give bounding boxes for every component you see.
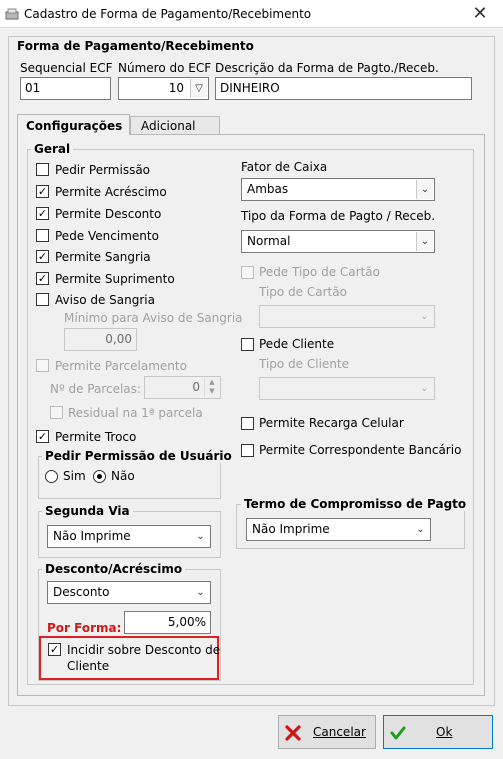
nao-radio[interactable] [93,470,106,483]
sim-radio[interactable] [45,470,58,483]
desc-input[interactable]: DINHEIRO [215,77,472,100]
incidir-checkbox[interactable]: ✓ [48,643,61,656]
fator-caixa-select[interactable]: Ambas ⌄ [241,178,435,201]
incidir-label-line2: Cliente [67,659,110,673]
pede-cliente-label: Pede Cliente [259,337,335,351]
permite-acrescimo-checkbox[interactable]: ✓ [36,185,49,198]
tab-configuracoes-label: Configurações [26,119,123,133]
tipo-cliente-select[interactable]: ⌄ [259,377,435,400]
seq-ecf-input[interactable]: 01 [20,77,111,100]
permite-acrescimo-label: Permite Acréscimo [55,185,167,199]
num-ecf-input[interactable]: 10 ▽ [118,77,209,100]
tipo-cartao-select[interactable]: ⌄ [259,305,435,328]
tab-configuracoes[interactable]: Configurações [17,114,130,135]
parcelas-spinner[interactable]: 0 ▲ ▼ [144,376,221,399]
permite-suprimento-checkbox[interactable]: ✓ [36,272,49,285]
permite-sangria-checkbox[interactable]: ✓ [36,250,49,263]
permite-parcelamento-checkbox[interactable] [36,359,49,372]
tab-adicional-label: Adicional [141,119,196,133]
title-bar: Cadastro de Forma de Pagamento/Recebimen… [0,0,503,28]
fator-caixa-value: Ambas [247,182,289,196]
sim-label: Sim [63,469,86,483]
fator-caixa-label: Fator de Caixa [241,160,328,174]
aviso-sangria-checkbox[interactable] [36,293,49,306]
chevron-down-icon[interactable]: ⌄ [192,583,209,602]
cancel-icon [285,725,301,741]
nao-label: Não [111,469,135,483]
min-aviso-label: Mínimo para Aviso de Sangria [64,311,243,325]
chevron-down-icon[interactable]: ⌄ [192,527,209,546]
permite-desconto-checkbox[interactable]: ✓ [36,207,49,220]
window-title: Cadastro de Forma de Pagamento/Recebimen… [24,7,312,21]
desconto-title: Desconto/Acréscimo [42,562,186,576]
segunda-via-value: Não Imprime [53,529,131,543]
section-title: Forma de Pagamento/Recebimento [17,39,254,53]
recarga-checkbox[interactable] [241,417,254,430]
chevron-down-icon[interactable]: ⌄ [416,232,433,251]
aviso-sangria-label: Aviso de Sangria [55,293,155,307]
pede-cliente-checkbox[interactable] [241,338,254,351]
cancel-label: Cancelar [313,725,366,739]
geral-title: Geral [31,142,74,156]
num-ecf-value: 10 [168,81,184,95]
spinner-arrows-icon[interactable]: ▲ ▼ [204,378,219,397]
pedir-permissao-label: Pedir Permissão [55,163,151,177]
seq-ecf-label: Sequencial ECF [20,61,113,75]
termo-title: Termo de Compromisso de Pagto [241,497,470,511]
tipo-forma-value: Normal [247,234,291,248]
chevron-down-icon[interactable]: ▽ [190,79,207,98]
permite-troco-label: Permite Troco [55,430,137,444]
chevron-down-icon[interactable]: ⌄ [416,180,433,199]
pede-cartao-label: Pede Tipo de Cartão [259,265,380,279]
min-aviso-input[interactable]: 0,00 [64,328,137,351]
parcelas-label: Nº de Parcelas: [50,382,141,396]
pede-cartao-checkbox[interactable] [241,266,254,279]
permite-desconto-label: Permite Desconto [55,207,162,221]
incidir-label-line1: Incidir sobre Desconto de [67,643,221,657]
parcelas-value: 0 [192,380,200,394]
permite-parcelamento-label: Permite Parcelamento [55,359,187,373]
permite-sangria-label: Permite Sangria [55,250,151,264]
por-forma-input[interactable]: 5,00% [124,611,211,634]
chevron-down-icon[interactable]: ⌄ [412,520,429,539]
app-icon [5,8,19,20]
tipo-forma-select[interactable]: Normal ⌄ [241,230,435,253]
tipo-cliente-label: Tipo de Cliente [259,357,350,371]
desconto-value: Desconto [53,585,110,599]
ok-label: Ok [436,725,453,739]
close-button[interactable]: ✕ [457,0,503,28]
chevron-down-icon[interactable]: ⌄ [416,307,433,326]
termo-select[interactable]: Não Imprime ⌄ [246,518,431,541]
pede-vencimento-label: Pede Vencimento [55,229,159,243]
correspondente-label: Permite Correspondente Bancário [259,443,462,457]
desc-label: Descrição da Forma de Pagto./Receb. [215,61,439,75]
desconto-select[interactable]: Desconto ⌄ [47,581,211,604]
cancel-button[interactable]: Cancelar [278,715,376,749]
tab-adicional[interactable]: Adicional [130,116,220,134]
num-ecf-label: Número do ECF [118,61,212,75]
segunda-via-select[interactable]: Não Imprime ⌄ [47,525,211,548]
recarga-label: Permite Recarga Celular [259,416,404,430]
residual-checkbox[interactable] [50,406,63,419]
segunda-via-title: Segunda Via [42,504,133,518]
por-forma-label: Por Forma: [47,621,122,635]
tipo-forma-label: Tipo da Forma de Pagto / Receb. [241,209,436,223]
ok-button[interactable]: Ok [383,715,493,749]
termo-value: Não Imprime [252,522,330,536]
tipo-cartao-label: Tipo de Cartão [259,285,347,299]
permite-troco-checkbox[interactable]: ✓ [36,430,49,443]
pede-vencimento-checkbox[interactable] [36,229,49,242]
pedir-permissao-title: Pedir Permissão de Usuário [42,449,235,463]
checkmark-icon [390,726,406,740]
correspondente-checkbox[interactable] [241,444,254,457]
residual-label: Residual na 1ª parcela [68,406,203,420]
chevron-down-icon[interactable]: ⌄ [416,379,433,398]
pedir-permissao-checkbox[interactable] [36,163,49,176]
permite-suprimento-label: Permite Suprimento [55,272,175,286]
